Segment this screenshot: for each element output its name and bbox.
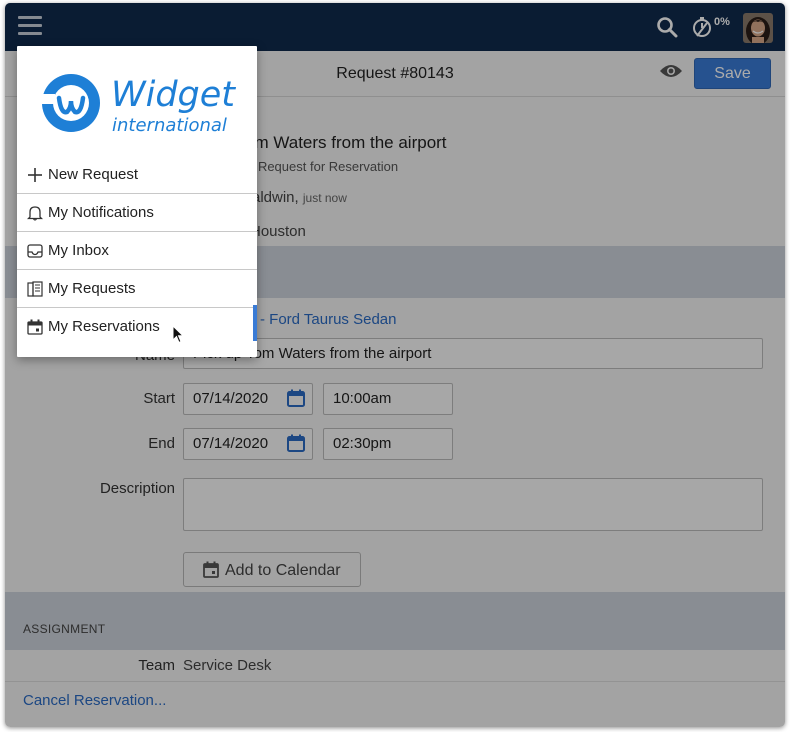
menu-item-label: My Notifications xyxy=(48,204,154,221)
menu-item-label: New Request xyxy=(48,166,139,183)
logo-subword: international xyxy=(112,115,227,136)
active-item-indicator xyxy=(253,305,257,341)
logo-word: Widget xyxy=(111,75,236,115)
plus-icon xyxy=(28,168,42,182)
menu-item-my-notifications[interactable]: My Notifications xyxy=(17,193,257,231)
calendar-icon xyxy=(27,319,43,335)
inbox-icon xyxy=(27,244,43,258)
menu-item-my-inbox[interactable]: My Inbox xyxy=(17,231,257,269)
menu-item-label: My Inbox xyxy=(48,242,109,259)
mouse-pointer-icon xyxy=(172,325,184,344)
bell-icon xyxy=(27,206,43,221)
menu-item-label: My Reservations xyxy=(48,318,160,335)
menu-item-my-requests[interactable]: My Requests xyxy=(17,269,257,307)
navigation-menu: Widget international New Request My Noti… xyxy=(17,46,257,357)
menu-item-new-request[interactable]: New Request xyxy=(17,156,257,193)
requests-icon xyxy=(27,281,43,297)
app-window: 0% Request #80143 Save om Waters from th… xyxy=(5,3,785,727)
menu-item-my-reservations[interactable]: My Reservations xyxy=(17,307,257,345)
company-logo: Widget international xyxy=(41,68,241,138)
menu-item-label: My Requests xyxy=(48,280,136,297)
